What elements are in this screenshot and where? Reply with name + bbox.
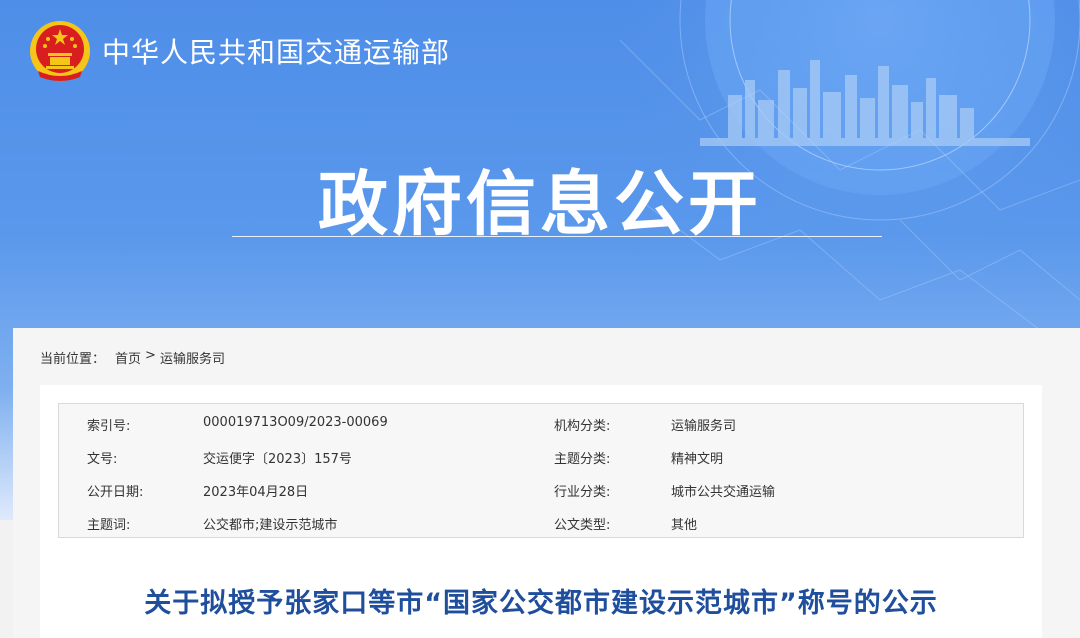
national-emblem-icon [30,21,90,81]
document-number-value: 交运便字〔2023〕157号 [203,452,352,467]
publish-date-value: 2023年04月28日 [203,485,309,500]
topic-category-value: 精神文明 [671,452,724,467]
title-divider [232,236,882,237]
breadcrumb-department-link[interactable]: 运输服务司 [160,348,225,367]
document-type-label: 公文类型: [554,518,611,533]
index-number-label: 索引号: [87,419,131,434]
content-panel: 当前位置： 首页 > 运输服务司 索引号: 000019713O09/2023-… [13,328,1080,638]
document-type-value: 其他 [671,518,698,533]
publish-date-label: 公开日期: [87,485,144,500]
keywords-label: 主题词: [87,518,131,533]
industry-category-value: 城市公共交通运输 [671,485,776,500]
keywords-value: 公交都市;建设示范城市 [203,518,338,533]
metadata-row: 文号: 交运便字〔2023〕157号 主题分类: 精神文明 [59,439,1023,472]
industry-category-label: 行业分类: [554,485,611,500]
index-number-value: 000019713O09/2023-00069 [203,415,388,430]
breadcrumb-label: 当前位置： [40,352,106,367]
document-number-label: 文号: [87,452,118,467]
metadata-table: 索引号: 000019713O09/2023-00069 机构分类: 运输服务司… [58,403,1024,538]
breadcrumb: 当前位置： 首页 > 运输服务司 [40,348,225,367]
ministry-name[interactable]: 中华人民共和国交通运输部 [102,31,450,71]
agency-category-value: 运输服务司 [671,419,737,434]
document-card: 索引号: 000019713O09/2023-00069 机构分类: 运输服务司… [40,385,1042,638]
metadata-row: 索引号: 000019713O09/2023-00069 机构分类: 运输服务司 [59,406,1023,439]
breadcrumb-home-link[interactable]: 首页 [115,348,141,367]
topic-category-label: 主题分类: [554,452,611,467]
ministry-header: 中华人民共和国交通运输部 [28,16,450,86]
agency-category-label: 机构分类: [554,419,611,434]
document-title: 关于拟授予张家口等市“国家公交都市建设示范城市”称号的公示 [144,588,938,619]
metadata-row: 公开日期: 2023年04月28日 行业分类: 城市公共交通运输 [59,472,1023,505]
breadcrumb-separator: > [145,348,156,363]
metadata-row: 主题词: 公交都市;建设示范城市 公文类型: 其他 [59,505,1023,538]
section-title: 政府信息公开 [318,163,762,245]
